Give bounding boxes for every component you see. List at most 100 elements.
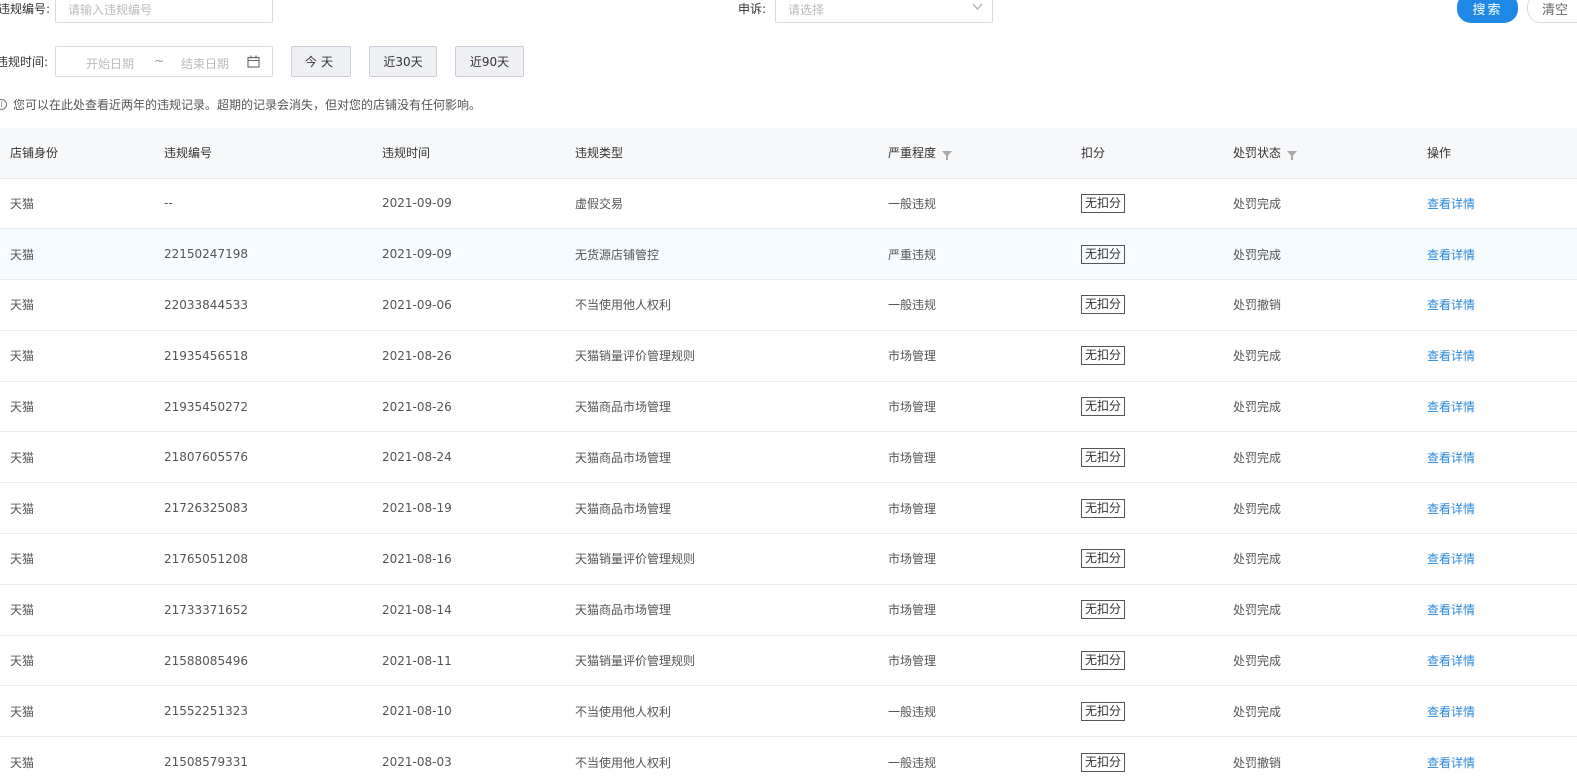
view-details-link[interactable]: 查看详情 bbox=[1427, 451, 1475, 465]
date-range-picker[interactable]: 开始日期 ~ 结束日期 bbox=[55, 46, 273, 77]
cell-shop: 天猫 bbox=[0, 584, 164, 636]
view-details-link[interactable]: 查看详情 bbox=[1427, 756, 1475, 770]
cell-violation-type-text: 天猫销量评价管理规则 bbox=[575, 654, 696, 669]
cell-points: 无扣分 bbox=[1081, 431, 1233, 484]
cell-status: 处罚完成 bbox=[1233, 482, 1427, 535]
info-icon: i bbox=[0, 99, 7, 110]
cell-severity: 市场管理 bbox=[888, 584, 1081, 636]
cell-severity-text: 市场管理 bbox=[888, 349, 937, 364]
cell-shop-text: 天猫 bbox=[10, 247, 35, 262]
cell-points: 无扣分 bbox=[1081, 736, 1233, 784]
cell-severity-text: 市场管理 bbox=[888, 603, 937, 618]
table-row: 天猫 -- 2021-09-09 虚假交易 一般违规 无扣分 处罚完成 查看详情 bbox=[0, 178, 1577, 230]
cell-action: 查看详情 bbox=[1427, 431, 1577, 484]
cell-violation-time: 2021-08-26 bbox=[382, 381, 575, 433]
cell-shop-text: 天猫 bbox=[10, 400, 35, 415]
table-row: 天猫 22150247198 2021-09-09 无货源店铺管控 严重违规 无扣分 处罚完… bbox=[0, 228, 1577, 281]
cell-violation-time: 2021-08-14 bbox=[382, 584, 575, 636]
cell-shop: 天猫 bbox=[0, 228, 164, 281]
cell-violation-type-text: 天猫商品市场管理 bbox=[575, 603, 672, 618]
cell-violation-type: 天猫商品市场管理 bbox=[575, 431, 888, 484]
today-button[interactable]: 今天 bbox=[291, 46, 351, 77]
cell-violation-time: 2021-08-16 bbox=[382, 533, 575, 585]
cell-status: 处罚完成 bbox=[1233, 381, 1427, 433]
last-30-days-button[interactable]: 近30天 bbox=[369, 46, 437, 77]
cell-shop-text: 天猫 bbox=[10, 349, 35, 364]
col-no-header: 违规编号 bbox=[164, 128, 382, 179]
start-date-input[interactable]: 开始日期 bbox=[86, 55, 134, 72]
last-90-days-button[interactable]: 近90天 bbox=[455, 46, 524, 77]
cell-status: 处罚完成 bbox=[1233, 431, 1427, 484]
cell-shop: 天猫 bbox=[0, 431, 164, 484]
cell-violation-type-text: 天猫销量评价管理规则 bbox=[575, 552, 696, 567]
cell-violation-type: 天猫商品市场管理 bbox=[575, 381, 888, 433]
view-details-link[interactable]: 查看详情 bbox=[1427, 552, 1475, 566]
filter-icon[interactable] bbox=[942, 150, 953, 160]
cell-status-text: 处罚完成 bbox=[1233, 349, 1282, 364]
filter-icon[interactable] bbox=[1287, 150, 1298, 160]
view-details-link[interactable]: 查看详情 bbox=[1427, 197, 1475, 211]
view-details-link[interactable]: 查看详情 bbox=[1427, 298, 1475, 312]
table-row: 天猫 21508579331 2021-08-03 不当使用他人权利 一般违规 无扣分 处罚… bbox=[0, 736, 1577, 784]
cell-shop-text: 天猫 bbox=[10, 552, 35, 567]
col-shop-header: 店铺身份 bbox=[0, 128, 164, 179]
cell-violation-type-text: 天猫商品市场管理 bbox=[575, 400, 672, 415]
cell-violation-type-text: 天猫商品市场管理 bbox=[575, 501, 672, 516]
table-row: 天猫 21935456518 2021-08-26 天猫销量评价管理规则 市场管理 无扣分… bbox=[0, 330, 1577, 382]
view-details-link[interactable]: 查看详情 bbox=[1427, 705, 1475, 719]
col-level-header[interactable]: 严重程度 bbox=[888, 128, 1081, 179]
view-details-link[interactable]: 查看详情 bbox=[1427, 603, 1475, 617]
appeal-select[interactable]: 请选择 bbox=[775, 0, 993, 23]
clear-button[interactable]: 清空 bbox=[1527, 0, 1577, 23]
cell-violation-no-text: 21807605576 bbox=[164, 450, 248, 465]
points-badge: 无扣分 bbox=[1081, 447, 1126, 467]
cell-violation-no-text: 22033844533 bbox=[164, 297, 248, 312]
cell-points: 无扣分 bbox=[1081, 228, 1233, 281]
cell-severity: 一般违规 bbox=[888, 279, 1081, 331]
col-status-header[interactable]: 处罚状态 bbox=[1233, 128, 1427, 179]
table-header-row: 店铺身份 违规编号 违规时间 违规类型 严重程度 扣分 处罚状态 操作 bbox=[0, 128, 1577, 179]
cell-violation-no: 22033844533 bbox=[164, 279, 382, 331]
cell-action: 查看详情 bbox=[1427, 685, 1577, 738]
cell-violation-time-text: 2021-09-06 bbox=[382, 297, 452, 312]
calendar-icon bbox=[247, 55, 260, 68]
cell-violation-type: 天猫商品市场管理 bbox=[575, 584, 888, 636]
cell-violation-time: 2021-08-19 bbox=[382, 482, 575, 535]
violation-no-placeholder: 请输入违规编号 bbox=[68, 3, 153, 17]
cell-violation-type-text: 不当使用他人权利 bbox=[575, 704, 672, 719]
violation-no-input[interactable]: 请输入违规编号 bbox=[55, 0, 273, 23]
end-date-input[interactable]: 结束日期 bbox=[181, 55, 229, 72]
view-details-link[interactable]: 查看详情 bbox=[1427, 400, 1475, 414]
chevron-down-icon bbox=[972, 3, 983, 10]
cell-violation-no-text: 21588085496 bbox=[164, 653, 248, 668]
cell-points: 无扣分 bbox=[1081, 330, 1233, 382]
cell-violation-type: 不当使用他人权利 bbox=[575, 685, 888, 738]
points-badge: 无扣分 bbox=[1081, 752, 1126, 772]
cell-action: 查看详情 bbox=[1427, 482, 1577, 535]
view-details-link[interactable]: 查看详情 bbox=[1427, 654, 1475, 668]
cell-violation-time: 2021-09-09 bbox=[382, 178, 575, 230]
notice: i 您可以在此处查看近两年的违规记录。超期的记录会消失，但对您的店铺没有任何影响… bbox=[0, 96, 481, 113]
cell-violation-no-text: 21508579331 bbox=[164, 755, 248, 770]
cell-severity: 一般违规 bbox=[888, 685, 1081, 738]
view-details-link[interactable]: 查看详情 bbox=[1427, 248, 1475, 262]
cell-points: 无扣分 bbox=[1081, 533, 1233, 585]
cell-violation-no-text: 21935450272 bbox=[164, 399, 248, 414]
view-details-link[interactable]: 查看详情 bbox=[1427, 349, 1475, 363]
cell-violation-type-text: 天猫销量评价管理规则 bbox=[575, 349, 696, 364]
cell-shop: 天猫 bbox=[0, 736, 164, 784]
appeal-placeholder: 请选择 bbox=[788, 3, 825, 17]
cell-violation-time-text: 2021-08-14 bbox=[382, 602, 452, 617]
cell-action: 查看详情 bbox=[1427, 279, 1577, 331]
view-details-link[interactable]: 查看详情 bbox=[1427, 502, 1475, 516]
search-button[interactable]: 搜索 bbox=[1457, 0, 1518, 23]
cell-violation-time: 2021-08-03 bbox=[382, 736, 575, 784]
cell-action: 查看详情 bbox=[1427, 736, 1577, 784]
cell-points: 无扣分 bbox=[1081, 381, 1233, 433]
cell-shop: 天猫 bbox=[0, 635, 164, 687]
cell-violation-no: 21726325083 bbox=[164, 482, 382, 535]
cell-shop-text: 天猫 bbox=[10, 755, 35, 770]
cell-status-text: 处罚完成 bbox=[1233, 196, 1282, 211]
cell-severity: 市场管理 bbox=[888, 482, 1081, 535]
cell-violation-type: 不当使用他人权利 bbox=[575, 736, 888, 784]
